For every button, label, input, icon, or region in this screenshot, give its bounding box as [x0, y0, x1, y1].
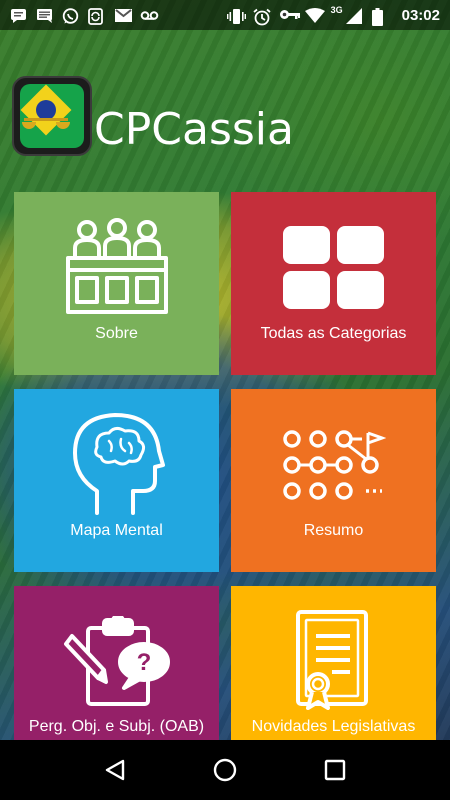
alarm-icon: [253, 8, 271, 25]
sync-icon: [88, 7, 105, 25]
vpn-key-icon: [279, 8, 300, 23]
dots-flag-path-icon: [282, 430, 386, 500]
chat-icon: [36, 8, 53, 23]
sms-icon: [10, 8, 27, 23]
back-button[interactable]: [95, 750, 135, 790]
app-title: CPCassia: [94, 104, 294, 155]
app-header: CPCassia: [12, 66, 432, 156]
tile-label: Resumo: [303, 522, 364, 539]
app-logo: [12, 76, 92, 156]
tile-label: Mapa Mental: [70, 522, 163, 539]
whatsapp-icon: [62, 7, 79, 24]
clipboard-question-icon: ?: [63, 616, 170, 706]
battery-icon: [371, 7, 389, 26]
svg-text:?: ?: [136, 649, 151, 676]
tile-label: Todas as Categorias: [260, 325, 407, 342]
back-triangle-icon: [105, 759, 125, 781]
system-icons: 3G 03:02: [226, 5, 440, 26]
tile-label: Sobre: [95, 325, 138, 342]
tile-todas-categorias[interactable]: Todas as Categorias: [231, 192, 436, 375]
tile-label: Novidades Legislativas: [251, 718, 416, 735]
tile-mapa-mental[interactable]: Mapa Mental: [14, 389, 219, 572]
tile-novidades-legislativas[interactable]: Novidades Legislativas: [231, 586, 436, 740]
gmail-icon: [114, 8, 132, 23]
certificate-icon: [295, 610, 368, 710]
tile-sobre[interactable]: Sobre: [14, 192, 219, 375]
voicemail-icon: [140, 8, 159, 23]
grid-icon: [282, 226, 384, 309]
clock: 03:02: [401, 6, 440, 24]
wifi-icon: [304, 7, 325, 23]
recents-button[interactable]: [315, 750, 355, 790]
navigation-bar: [0, 740, 450, 800]
network-type: 3G: [330, 5, 343, 15]
signal-icon: [345, 7, 363, 24]
tile-resumo[interactable]: Resumo: [231, 389, 436, 572]
home-button[interactable]: [205, 750, 245, 790]
notification-icons: [10, 7, 159, 25]
brain-head-icon: [72, 413, 165, 515]
status-bar: 3G 03:02: [0, 0, 450, 30]
court-panel-icon: [65, 218, 168, 314]
tile-label: Perg. Obj. e Subj. (OAB): [28, 718, 205, 735]
tile-perguntas-oab[interactable]: ? Perg. Obj. e Subj. (OAB): [14, 586, 219, 740]
vibrate-icon: [226, 8, 246, 24]
recents-square-icon: [324, 759, 346, 781]
home-circle-icon: [213, 758, 237, 782]
